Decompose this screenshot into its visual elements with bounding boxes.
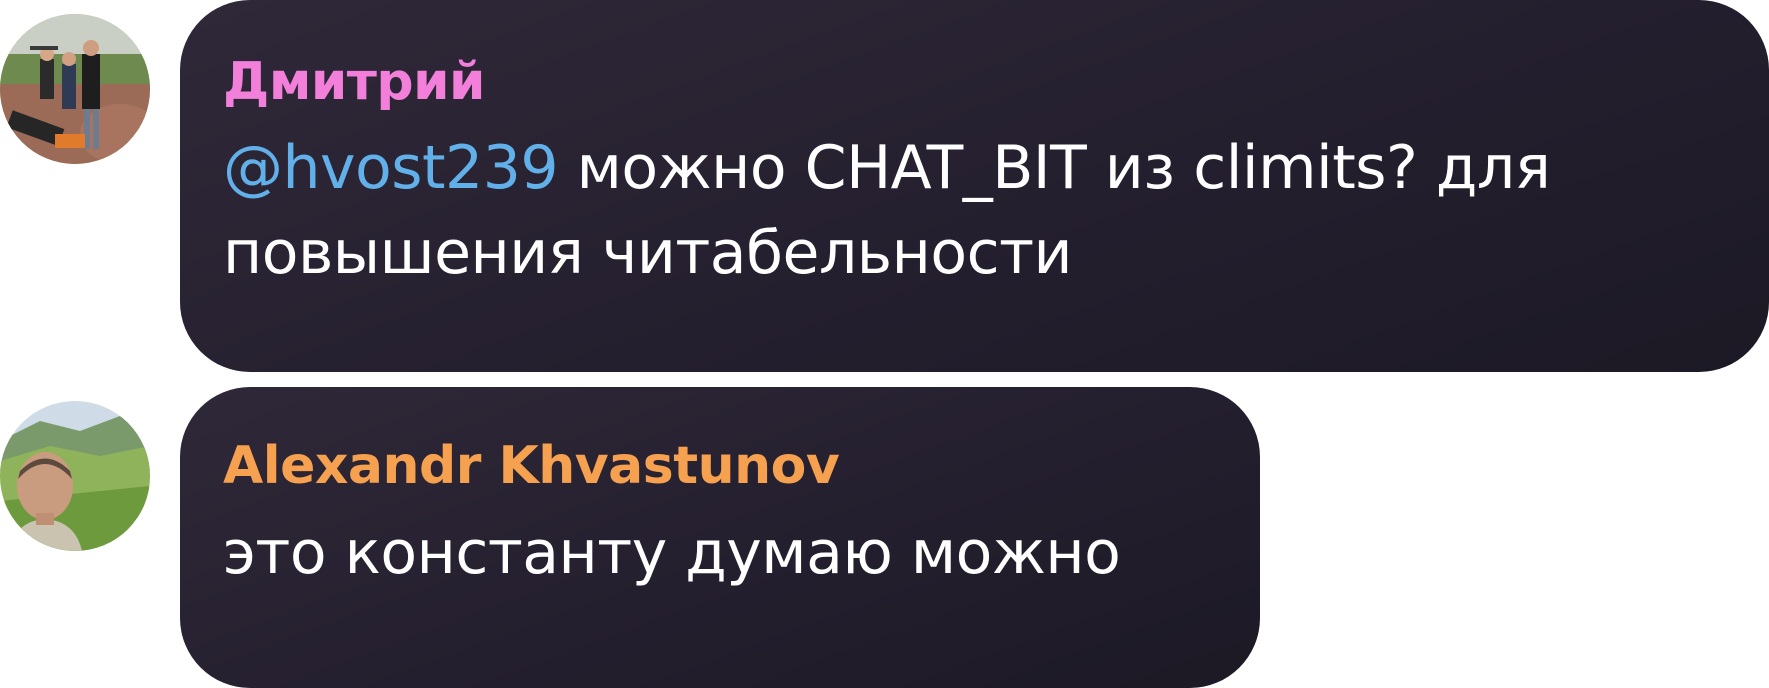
message-text-part: повышения читабельности [223,218,1073,288]
message-text: это константу думаю можно [223,518,1121,588]
message-bubble[interactable]: Alexandr Khvastunov это константу думаю … [180,387,1260,688]
portrait-photo-icon [0,401,150,551]
mention-link[interactable]: @hvost239 [223,133,559,203]
message-text-part: можно CHAT_BIT из climits? для [558,133,1551,203]
message-text: @hvost239 можно CHAT_BIT из climits? для… [223,126,1729,296]
group-photo-icon [0,14,150,164]
message-author[interactable]: Alexandr Khvastunov [223,387,1220,492]
avatar[interactable] [0,14,150,164]
message-bubble[interactable]: Дмитрий @hvost239 можно CHAT_BIT из clim… [180,0,1769,372]
avatar[interactable] [0,401,150,551]
message-author[interactable]: Дмитрий [223,0,1729,108]
